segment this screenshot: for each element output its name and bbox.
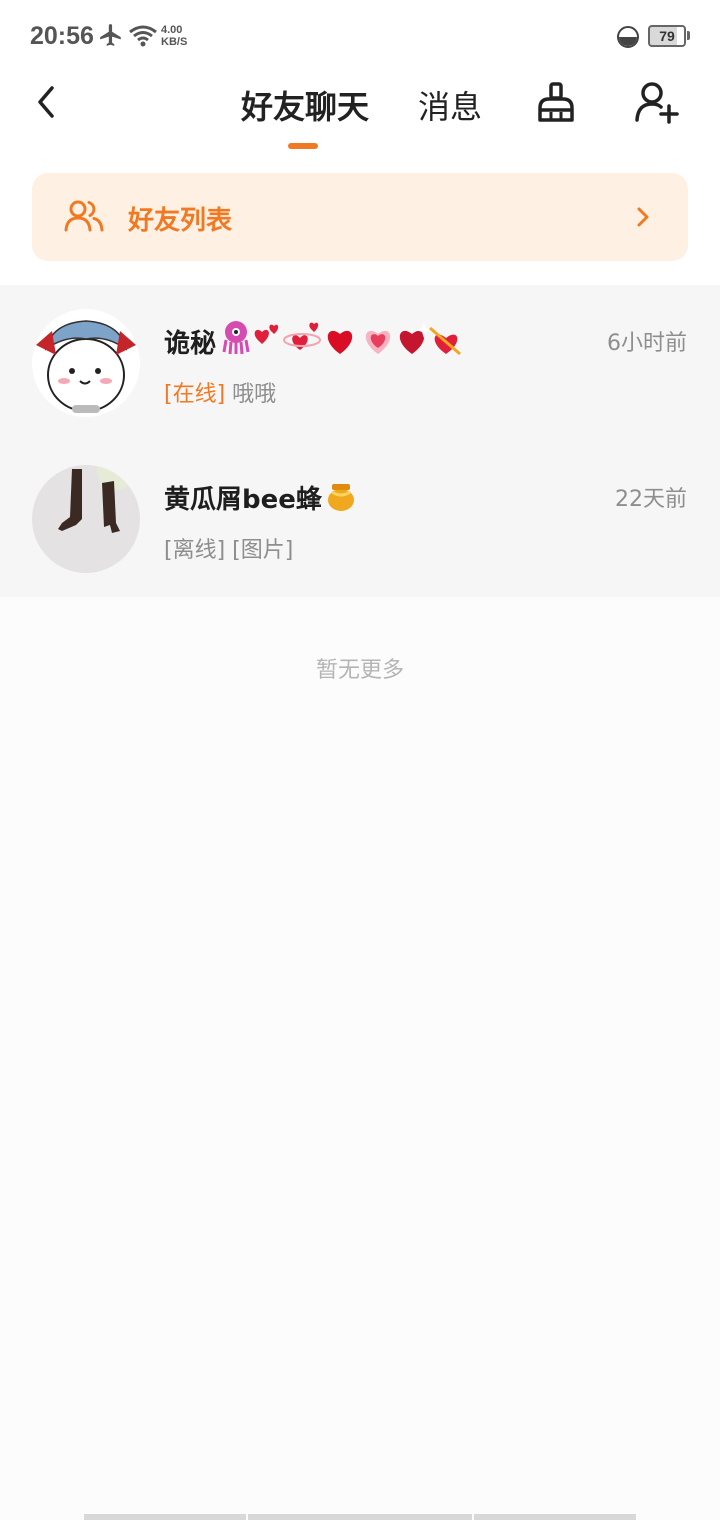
nav-bar-segment [84,1514,246,1520]
airplane-icon [100,24,121,46]
avatar[interactable] [32,309,140,417]
top-header: 好友聊天 消息 [0,72,720,156]
chat-name: 黄瓜屑bee蜂 [164,485,322,515]
chat-time: 6小时前 [607,331,687,356]
back-arrow-icon[interactable] [30,82,64,122]
two-hearts-emoji [254,324,279,344]
battery-tip [687,31,690,40]
chat-preview: [在线] 哦哦 [164,376,276,408]
network-speed: 4.00 KB/S [161,24,187,48]
chat-preview: [离线] [图片] [164,532,293,564]
tab-messages[interactable]: 消息 [418,82,482,128]
chat-item[interactable]: 诡秘 6小时前 [在线] 哦哦 [0,285,720,441]
friend-list-label: 好友列表 [128,206,233,236]
heart-emoji [327,330,353,354]
heart-with-arrow-emoji [429,326,461,356]
status-bar: 20:56 4.00 KB/S 79 [0,0,720,72]
status-time: 20:56 [30,22,94,50]
data-saver-icon [617,26,639,48]
avatar[interactable] [32,465,140,573]
chat-time: 22天前 [615,487,687,512]
tab-friend-chat[interactable]: 好友聊天 [241,82,369,128]
battery-level: 79 [659,28,675,44]
last-message: [图片] [232,538,294,563]
no-more-text: 暂无更多 [315,658,404,683]
online-status: [在线] [164,382,226,407]
last-message: 哦哦 [232,382,277,407]
battery-icon: 79 [648,25,686,47]
chat-name: 诡秘 [164,329,217,359]
friend-list-entry[interactable]: 好友列表 [32,173,688,261]
honey-pot-emoji [328,484,354,511]
emoji-decoration-icon [222,321,461,356]
octopus-emoji [222,321,250,355]
network-speed-unit: KB/S [161,36,188,48]
offline-status: [离线] [164,538,226,563]
boots-avatar-image [58,465,132,533]
chevron-right-icon [637,207,649,227]
friends-icon [64,200,104,232]
cat-avatar-image [36,320,136,413]
clean-broom-icon[interactable] [534,80,578,126]
nav-bar-segment [248,1514,472,1520]
add-friend-icon[interactable] [634,80,680,124]
wifi-icon [129,25,157,47]
revolving-hearts-emoji [283,322,321,350]
chat-list: 诡秘 6小时前 [在线] 哦哦 黄瓜屑bee蜂 22天前 [离线] [图片] [0,285,720,597]
sparkling-heart-emoji [399,322,432,354]
active-tab-indicator [288,143,318,149]
network-speed-value: 4.00 [161,24,183,36]
nav-bar-segment [474,1514,636,1520]
chat-item[interactable]: 黄瓜屑bee蜂 22天前 [离线] [图片] [0,441,720,597]
growing-heart-emoji [365,330,391,354]
